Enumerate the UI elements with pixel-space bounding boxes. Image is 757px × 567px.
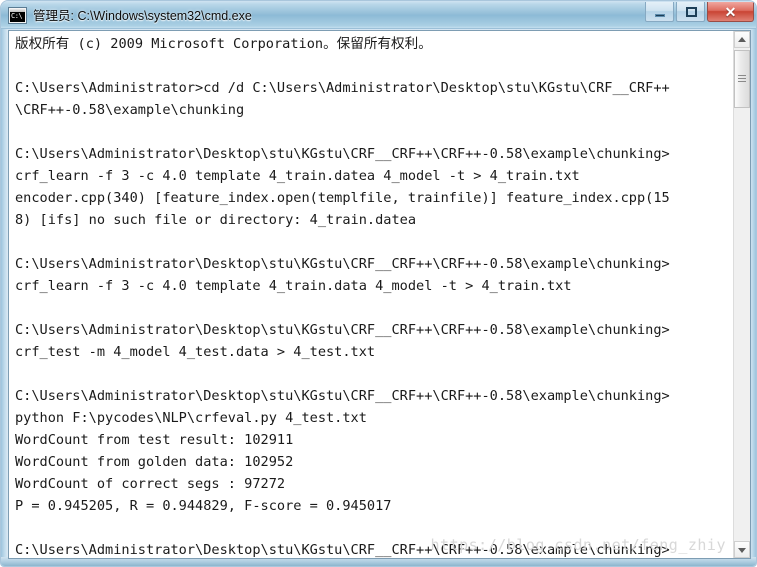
close-button[interactable]: ✕ — [707, 2, 754, 22]
console-line: C:\Users\Administrator\Desktop\stu\KGstu… — [15, 542, 670, 558]
console-line: 版权所有 (c) 2009 Microsoft Corporation。保留所有… — [15, 36, 432, 52]
console-line: C:\Users\Administrator>cd /d C:\Users\Ad… — [15, 80, 670, 96]
restore-button[interactable] — [676, 2, 705, 22]
console-output-pane[interactable]: 版权所有 (c) 2009 Microsoft Corporation。保留所有… — [9, 31, 750, 558]
cmd-icon-label: C:\ — [11, 11, 23, 20]
console-line: crf_learn -f 3 -c 4.0 template 4_train.d… — [15, 278, 572, 294]
scroll-up-arrow-icon — [738, 36, 746, 42]
console-line: encoder.cpp(340) [feature_index.open(tem… — [15, 190, 670, 206]
console-line: WordCount of correct segs : 97272 — [15, 476, 286, 492]
scroll-down-arrow-icon — [738, 547, 746, 553]
console-line: C:\Users\Administrator\Desktop\stu\KGstu… — [15, 388, 670, 404]
console-text-buffer: 版权所有 (c) 2009 Microsoft Corporation。保留所有… — [15, 33, 732, 558]
console-line: crf_learn -f 3 -c 4.0 template 4_train.d… — [15, 168, 580, 184]
console-line: WordCount from test result: 102911 — [15, 432, 294, 448]
cmd-console-icon: C:\ — [9, 7, 26, 23]
console-line: \CRF++-0.58\example\chunking — [15, 102, 245, 118]
window-controls: ✕ — [645, 2, 754, 22]
scrollbar-grip-icon — [738, 75, 746, 83]
console-line: C:\Users\Administrator\Desktop\stu\KGstu… — [15, 322, 670, 338]
console-line: WordCount from golden data: 102952 — [15, 454, 294, 470]
console-line: crf_test -m 4_model 4_test.data > 4_test… — [15, 344, 376, 360]
console-line: C:\Users\Administrator\Desktop\stu\KGstu… — [15, 146, 670, 162]
vertical-scrollbar[interactable] — [733, 31, 750, 558]
close-icon: ✕ — [724, 4, 737, 20]
minimize-button[interactable] — [645, 2, 674, 22]
console-client-area[interactable]: 版权所有 (c) 2009 Microsoft Corporation。保留所有… — [8, 30, 751, 559]
window-titlebar[interactable]: C:\ 管理员: C:\Windows\system32\cmd.exe ✕ — [1, 1, 756, 29]
scroll-up-button[interactable] — [734, 31, 750, 48]
window-border-left — [1, 29, 8, 566]
scrollbar-thumb[interactable] — [734, 50, 750, 108]
console-line: C:\Users\Administrator\Desktop\stu\KGstu… — [15, 256, 670, 272]
console-line: python F:\pycodes\NLP\crfeval.py 4_test.… — [15, 410, 367, 426]
scroll-down-button[interactable] — [734, 541, 750, 558]
console-line: 8) [ifs] no such file or directory: 4_tr… — [15, 212, 417, 228]
minimize-icon — [654, 14, 665, 17]
window-title: 管理员: C:\Windows\system32\cmd.exe — [33, 9, 252, 23]
restore-icon — [685, 7, 697, 17]
cmd-window: C:\ 管理员: C:\Windows\system32\cmd.exe ✕ 版… — [0, 0, 757, 567]
console-line: P = 0.945205, R = 0.944829, F-score = 0.… — [15, 498, 392, 514]
